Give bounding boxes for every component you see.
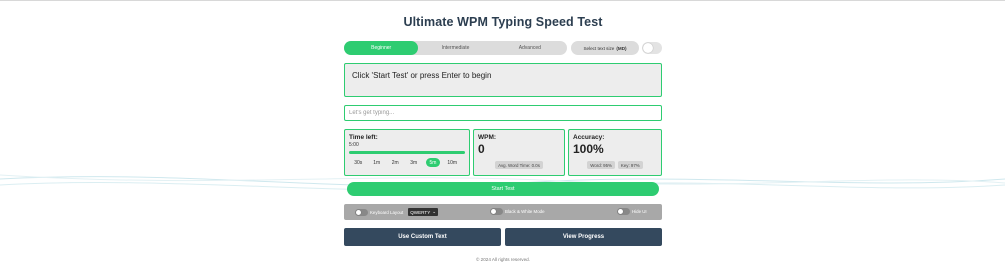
word-accuracy-badge: Word: 95% xyxy=(587,161,615,169)
duration-5m[interactable]: 5m xyxy=(426,158,440,167)
settings-bar: Keyboard Layout QWERTY ⌄ Black & White M… xyxy=(344,204,662,220)
footer-copyright: © 2024 All rights reserved. xyxy=(476,257,530,262)
bw-mode-toggle[interactable] xyxy=(490,208,503,215)
page-title: Ultimate WPM Typing Speed Test xyxy=(403,15,603,29)
duration-30s[interactable]: 30s xyxy=(349,158,368,167)
toggle-knob xyxy=(356,209,361,215)
start-test-button[interactable]: Start Test xyxy=(347,182,659,196)
top-divider xyxy=(0,0,1005,1)
time-stat-box: Time left: 5:00 30s 1m 2m 3m 5m 10m xyxy=(344,129,470,176)
hide-ui-label: Hide UI xyxy=(632,209,647,214)
toggle-knob xyxy=(643,43,653,53)
key-accuracy-badge: Key: 97% xyxy=(617,161,643,169)
text-size-value: (MD) xyxy=(616,45,627,51)
accuracy-value: 100% xyxy=(573,142,604,156)
wpm-value: 0 xyxy=(478,142,485,156)
hide-ui-setting: Hide UI xyxy=(617,208,647,215)
wpm-label: WPM: xyxy=(478,134,497,141)
duration-3m[interactable]: 3m xyxy=(405,158,424,167)
time-progress-bar xyxy=(349,151,465,154)
keyboard-layout-select[interactable]: QWERTY ⌄ xyxy=(408,208,439,216)
text-size-selector[interactable]: Select text size (MD) xyxy=(571,41,639,55)
keyboard-layout-value: QWERTY xyxy=(410,209,431,215)
avg-word-time-badge: Avg. Word Time: 0.0s xyxy=(495,161,543,169)
keyboard-layout-setting: Keyboard Layout QWERTY ⌄ xyxy=(355,208,439,216)
accuracy-label: Accuracy: xyxy=(573,134,605,141)
view-progress-button[interactable]: View Progress xyxy=(505,228,662,246)
toggle-knob xyxy=(491,209,496,214)
use-custom-text-button[interactable]: Use Custom Text xyxy=(344,228,501,246)
keyboard-layout-toggle[interactable] xyxy=(355,208,368,216)
typing-input[interactable] xyxy=(344,105,662,121)
duration-2m[interactable]: 2m xyxy=(386,158,405,167)
keyboard-layout-label: Keyboard Layout xyxy=(370,209,404,215)
text-size-label: Select text size xyxy=(583,45,615,51)
theme-toggle[interactable] xyxy=(642,42,662,54)
difficulty-selector: Beginner Intermediate Advanced xyxy=(344,41,567,55)
toggle-knob xyxy=(618,209,623,214)
duration-1m[interactable]: 1m xyxy=(368,158,387,167)
difficulty-advanced[interactable]: Advanced xyxy=(493,41,567,55)
accuracy-stat-box: Accuracy: 100% Word: 95% Key: 97% xyxy=(568,129,662,176)
bw-mode-setting: Black & White Mode xyxy=(490,208,545,215)
text-display: Click 'Start Test' or press Enter to beg… xyxy=(344,63,662,97)
time-left-label: Time left: xyxy=(349,134,378,141)
time-left-value: 5:00 xyxy=(349,142,359,148)
duration-10m[interactable]: 10m xyxy=(443,158,462,167)
difficulty-intermediate[interactable]: Intermediate xyxy=(418,41,492,55)
wpm-stat-box: WPM: 0 Avg. Word Time: 0.0s xyxy=(473,129,565,176)
duration-selector: 30s 1m 2m 3m 5m 10m xyxy=(349,158,465,167)
bw-mode-label: Black & White Mode xyxy=(505,209,545,214)
chevron-down-icon: ⌄ xyxy=(432,209,437,214)
difficulty-beginner[interactable]: Beginner xyxy=(344,41,419,55)
hide-ui-toggle[interactable] xyxy=(617,208,630,215)
